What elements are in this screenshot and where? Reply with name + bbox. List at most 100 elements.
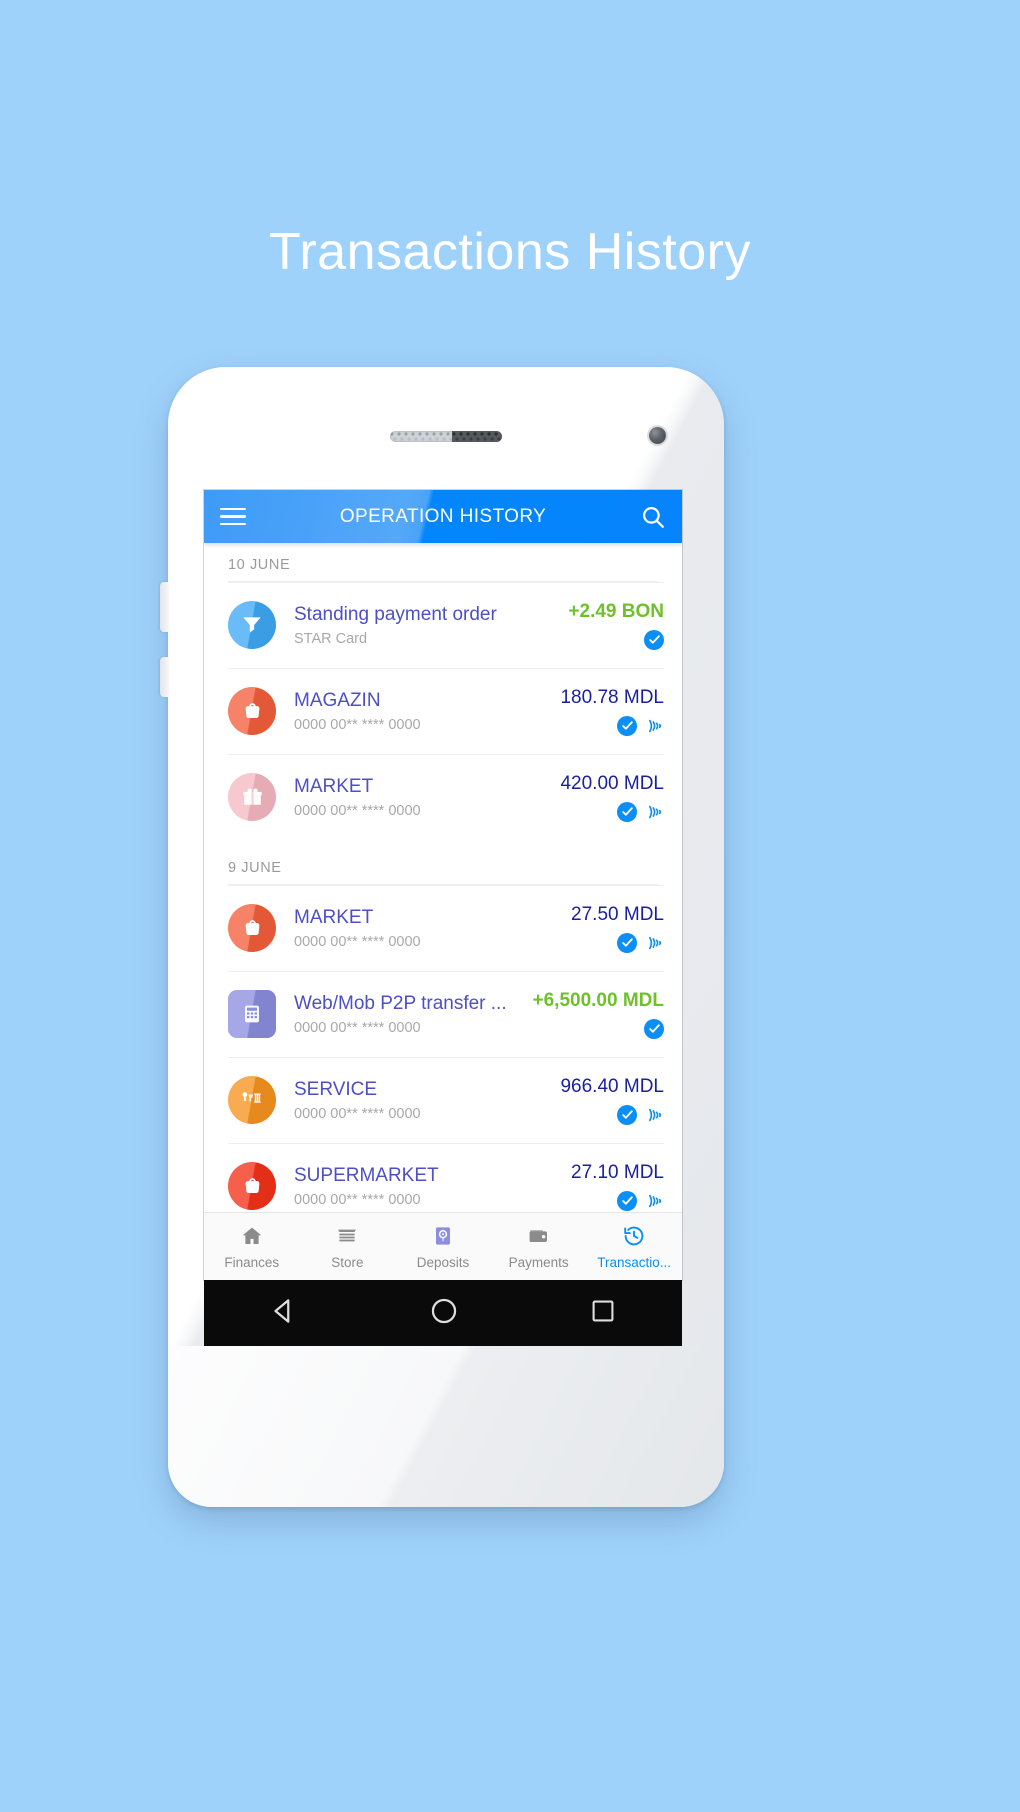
tab-deposits[interactable]: Deposits	[395, 1213, 491, 1280]
contactless-icon	[644, 802, 664, 822]
tab-transactions[interactable]: Transactio...	[586, 1213, 682, 1280]
check-icon	[617, 1104, 637, 1125]
front-camera	[649, 427, 666, 444]
transaction-amount: 420.00 MDL	[560, 772, 664, 794]
date-group-header: 10 JUNE	[228, 557, 291, 573]
transaction-text: Web/Mob P2P transfer ... 0000 00** **** …	[294, 992, 527, 1037]
category-icon-shopping-basket	[228, 904, 276, 952]
app-bar: OPERATION HISTORY	[204, 490, 682, 543]
transaction-status-badges	[617, 801, 664, 822]
transaction-status-badges	[617, 1190, 664, 1211]
volume-up-button[interactable]	[160, 582, 169, 632]
earpiece-speaker	[390, 431, 502, 442]
hamburger-menu-icon[interactable]	[220, 503, 246, 531]
contactless-icon	[644, 1105, 664, 1125]
transaction-amount: 180.78 MDL	[560, 686, 664, 708]
transaction-subtitle: 0000 00** **** 0000	[294, 934, 421, 951]
transaction-status-badges	[617, 932, 664, 953]
safe-vault-icon	[431, 1224, 455, 1248]
transaction-row[interactable]: Web/Mob P2P transfer ... 0000 00** **** …	[204, 971, 682, 1057]
transaction-amount-block: 180.78 MDL	[554, 687, 664, 736]
transaction-row[interactable]: SUPERMARKET 0000 00** **** 0000 27.10 MD…	[204, 1143, 682, 1212]
app-screen: OPERATION HISTORY 10 JUNE Standing payme…	[204, 490, 682, 1280]
transaction-text: MARKET 0000 00** **** 0000	[294, 775, 554, 820]
transaction-text: SUPERMARKET 0000 00** **** 0000	[294, 1164, 565, 1209]
transaction-amount: 27.50 MDL	[571, 903, 664, 925]
history-clock-icon	[622, 1224, 646, 1248]
contactless-icon	[644, 933, 664, 953]
date-group-header: 9 JUNE	[228, 860, 282, 876]
home-icon	[240, 1224, 264, 1248]
contactless-icon	[644, 716, 664, 736]
tab-label: Finances	[224, 1254, 280, 1270]
tab-label: Transactio...	[597, 1254, 672, 1270]
app-bar-title: OPERATION HISTORY	[339, 505, 547, 527]
transaction-amount-block: 966.40 MDL	[554, 1076, 664, 1125]
tab-store[interactable]: Store	[300, 1213, 396, 1280]
transaction-row[interactable]: MARKET 0000 00** **** 0000 420.00 MDL	[204, 754, 682, 840]
transaction-subtitle: 0000 00** **** 0000	[294, 717, 421, 734]
transaction-text: SERVICE 0000 00** **** 0000	[294, 1078, 554, 1123]
check-icon	[617, 932, 637, 953]
transaction-title: SERVICE	[294, 1078, 378, 1100]
transaction-subtitle: STAR Card	[294, 631, 368, 648]
transaction-title: MAGAZIN	[294, 689, 381, 711]
transaction-status-badges	[617, 715, 664, 736]
transaction-text: Standing payment order STAR Card	[294, 603, 562, 648]
category-icon-funnel	[228, 601, 276, 649]
transaction-title: MARKET	[294, 775, 374, 797]
transaction-row[interactable]: MAGAZIN 0000 00** **** 0000 180.78 MDL	[204, 668, 682, 754]
transaction-amount: +2.49 BON	[568, 600, 664, 622]
back-triangle-icon[interactable]	[267, 1294, 301, 1333]
transaction-title: Web/Mob P2P transfer ...	[294, 992, 507, 1014]
category-icon-utilities	[228, 1076, 276, 1124]
transaction-amount: 966.40 MDL	[560, 1075, 664, 1097]
category-icon-shopping-basket	[228, 1162, 276, 1210]
home-circle-icon[interactable]	[427, 1294, 461, 1333]
wallet-icon	[527, 1224, 551, 1248]
transaction-status-badges	[644, 629, 664, 650]
check-icon	[644, 1018, 664, 1039]
phone-mockup: OPERATION HISTORY 10 JUNE Standing payme…	[160, 367, 724, 1507]
check-icon	[617, 715, 637, 736]
transaction-text: MAGAZIN 0000 00** **** 0000	[294, 689, 554, 734]
tab-finances[interactable]: Finances	[204, 1213, 300, 1280]
transaction-subtitle: 0000 00** **** 0000	[294, 1192, 421, 1209]
transaction-row[interactable]: SERVICE 0000 00** **** 0000 966.40 MDL	[204, 1057, 682, 1143]
transaction-subtitle: 0000 00** **** 0000	[294, 803, 421, 820]
transaction-amount-block: +6,500.00 MDL	[527, 989, 665, 1039]
transaction-status-badges	[644, 1018, 664, 1039]
category-icon-shopping-basket	[228, 687, 276, 735]
tab-label: Store	[331, 1254, 364, 1270]
transaction-subtitle: 0000 00** **** 0000	[294, 1106, 421, 1123]
phone-chin	[168, 1346, 724, 1507]
transaction-title: Standing payment order	[294, 603, 497, 625]
bottom-tab-bar: Finances Store Deposits Payments Transac…	[204, 1212, 682, 1280]
tab-label: Deposits	[416, 1254, 470, 1270]
check-icon	[617, 1190, 637, 1211]
transaction-subtitle: 0000 00** **** 0000	[294, 1020, 421, 1037]
transaction-amount-block: 27.50 MDL	[565, 904, 664, 953]
transactions-list[interactable]: 10 JUNE Standing payment order STAR Card…	[204, 543, 682, 1212]
transaction-amount: +6,500.00 MDL	[532, 989, 665, 1011]
earpiece-speaker-dark-half	[452, 431, 502, 442]
transaction-title: SUPERMARKET	[294, 1164, 439, 1186]
search-icon[interactable]	[640, 504, 666, 530]
volume-down-button[interactable]	[160, 657, 169, 697]
tab-label: Payments	[508, 1254, 569, 1270]
contactless-icon	[644, 1191, 664, 1211]
tab-payments[interactable]: Payments	[491, 1213, 587, 1280]
transaction-text: MARKET 0000 00** **** 0000	[294, 906, 565, 951]
transaction-amount-block: 27.10 MDL	[565, 1162, 664, 1211]
transaction-amount: 27.10 MDL	[571, 1161, 664, 1183]
transaction-row[interactable]: MARKET 0000 00** **** 0000 27.50 MDL	[204, 885, 682, 971]
transaction-row[interactable]: Standing payment order STAR Card +2.49 B…	[204, 582, 682, 668]
category-icon-calculator	[228, 990, 276, 1038]
check-icon	[644, 629, 664, 650]
recents-square-icon[interactable]	[587, 1295, 619, 1332]
transaction-title: MARKET	[294, 906, 374, 928]
check-icon	[617, 801, 637, 822]
transaction-status-badges	[617, 1104, 664, 1125]
category-icon-gift-box	[228, 773, 276, 821]
transaction-amount-block: 420.00 MDL	[554, 773, 664, 822]
